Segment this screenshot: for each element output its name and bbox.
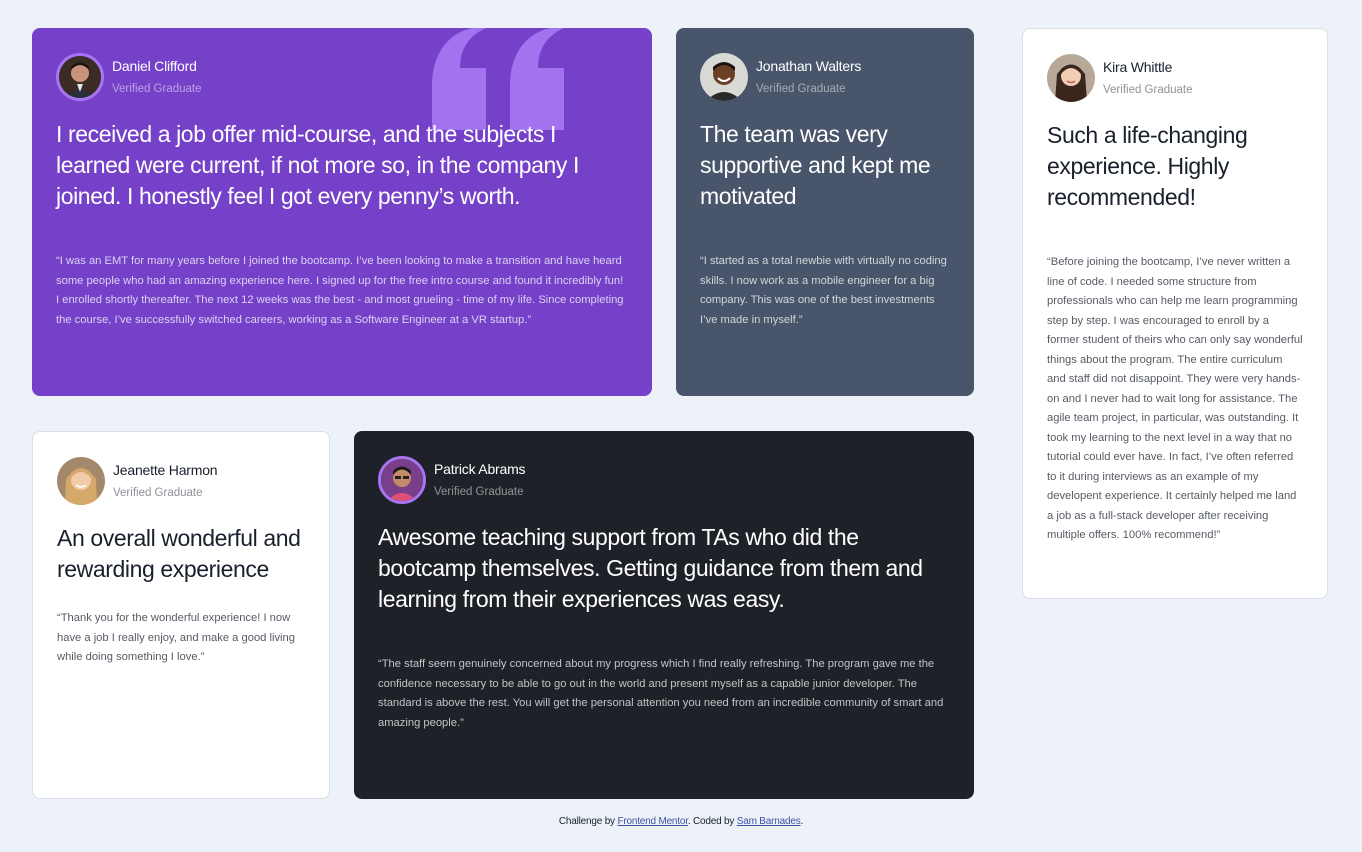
avatar [1047,53,1095,102]
footer-prefix: Challenge by [558,816,618,827]
author-name: Jonathan Walters [756,57,862,74]
author-name: Patrick Abrams [434,460,526,477]
author-role: Verified Graduate [1103,83,1193,96]
testimonial-summary: I received a job offer mid-course, and t… [56,121,579,209]
testimonial-header: Jonathan Walters Verified Graduate [700,52,950,101]
testimonial-card-daniel: Daniel Clifford Verified Graduate I rece… [32,28,652,396]
testimonial-header: Daniel Clifford Verified Graduate [56,52,628,101]
attribution-footer: Challenge by Frontend Mentor. Coded by S… [0,816,1362,827]
testimonial-body: “I started as a total newbie with virtua… [700,255,947,326]
author-role: Verified Graduate [434,485,524,498]
testimonial-summary: An overall wonderful and rewarding exper… [57,525,301,582]
testimonial-header: Jeanette Harmon Verified Graduate [57,456,305,505]
testimonial-summary: Awesome teaching support from TAs who di… [378,524,923,612]
avatar [700,52,748,101]
author-link[interactable]: Sam Barnades [737,816,801,827]
testimonial-card-patrick: Patrick Abrams Verified Graduate Awesome… [354,431,974,799]
author-name: Jeanette Harmon [113,461,218,478]
testimonial-summary: Such a life-changing experience. Highly … [1047,122,1248,210]
author-role: Verified Graduate [112,82,202,95]
testimonial-card-jonathan: Jonathan Walters Verified Graduate The t… [676,28,974,396]
frontend-mentor-link[interactable]: Frontend Mentor [617,816,688,827]
testimonial-body: “I was an EMT for many years before I jo… [56,255,624,326]
testimonial-body: “The staff seem genuinely concerned abou… [378,658,944,729]
avatar [57,456,105,505]
author-name: Kira Whittle [1103,58,1173,75]
testimonial-body: “Before joining the bootcamp, I’ve never… [1047,256,1303,541]
footer-middle: . Coded by [687,816,737,827]
testimonial-header: Kira Whittle Verified Graduate [1047,53,1303,102]
testimonial-card-kira: Kira Whittle Verified Graduate Such a li… [1022,28,1328,599]
avatar [378,455,426,504]
author-role: Verified Graduate [113,486,203,499]
avatar [56,52,104,101]
footer-suffix: . [800,816,804,827]
testimonial-summary: The team was very supportive and kept me… [700,121,931,209]
testimonial-header: Patrick Abrams Verified Graduate [378,455,950,504]
author-role: Verified Graduate [756,82,846,95]
testimonial-body: “Thank you for the wonderful experience!… [57,612,295,663]
testimonial-card-jeanette: Jeanette Harmon Verified Graduate An ove… [32,431,330,799]
author-name: Daniel Clifford [112,57,197,74]
